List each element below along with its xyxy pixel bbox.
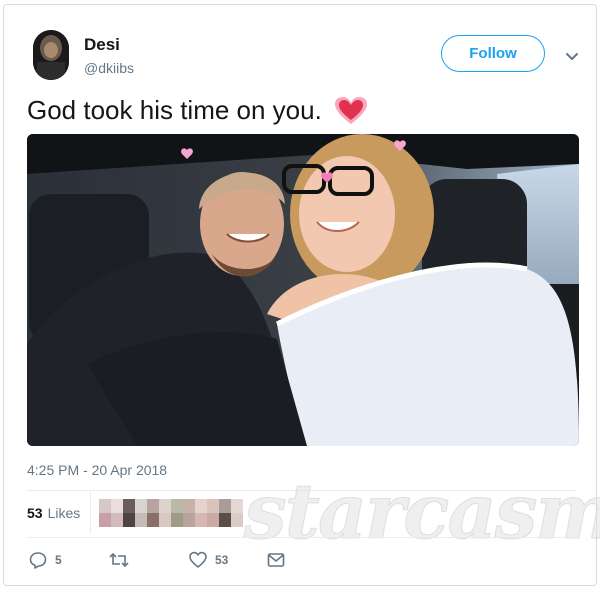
message-icon (267, 552, 285, 568)
follow-button[interactable]: Follow (441, 35, 545, 72)
likes-label: Likes (47, 505, 81, 521)
chevron-down-icon[interactable] (565, 49, 579, 60)
tweet-timestamp[interactable]: 4:25 PM - 20 Apr 2018 (27, 462, 167, 478)
retweet-button[interactable] (109, 549, 129, 571)
reply-icon (29, 551, 47, 569)
user-handle[interactable]: @dkiibs (84, 60, 134, 76)
liker-avatars[interactable] (99, 499, 243, 527)
likes-summary[interactable]: 53 Likes (27, 498, 80, 528)
reply-count: 5 (55, 553, 62, 567)
avatar[interactable] (33, 30, 69, 80)
like-count: 53 (215, 553, 229, 567)
retweet-icon (109, 551, 129, 569)
reply-button[interactable]: 5 (29, 549, 62, 571)
divider (90, 492, 91, 534)
message-button[interactable] (267, 549, 285, 571)
display-name[interactable]: Desi (84, 35, 120, 55)
tweet-photo[interactable] (27, 134, 579, 446)
heart-emoji-icon (334, 96, 368, 126)
tweet-card: Desi @dkiibs Follow God took his time on… (3, 4, 600, 586)
like-button[interactable]: 53 (189, 549, 228, 571)
tweet-text: God took his time on you. (27, 95, 368, 126)
divider (27, 537, 577, 538)
watermark: starcasm (244, 467, 600, 557)
like-icon (189, 551, 207, 569)
tweet-text-content: God took his time on you. (27, 95, 322, 125)
likes-count: 53 (27, 505, 43, 521)
